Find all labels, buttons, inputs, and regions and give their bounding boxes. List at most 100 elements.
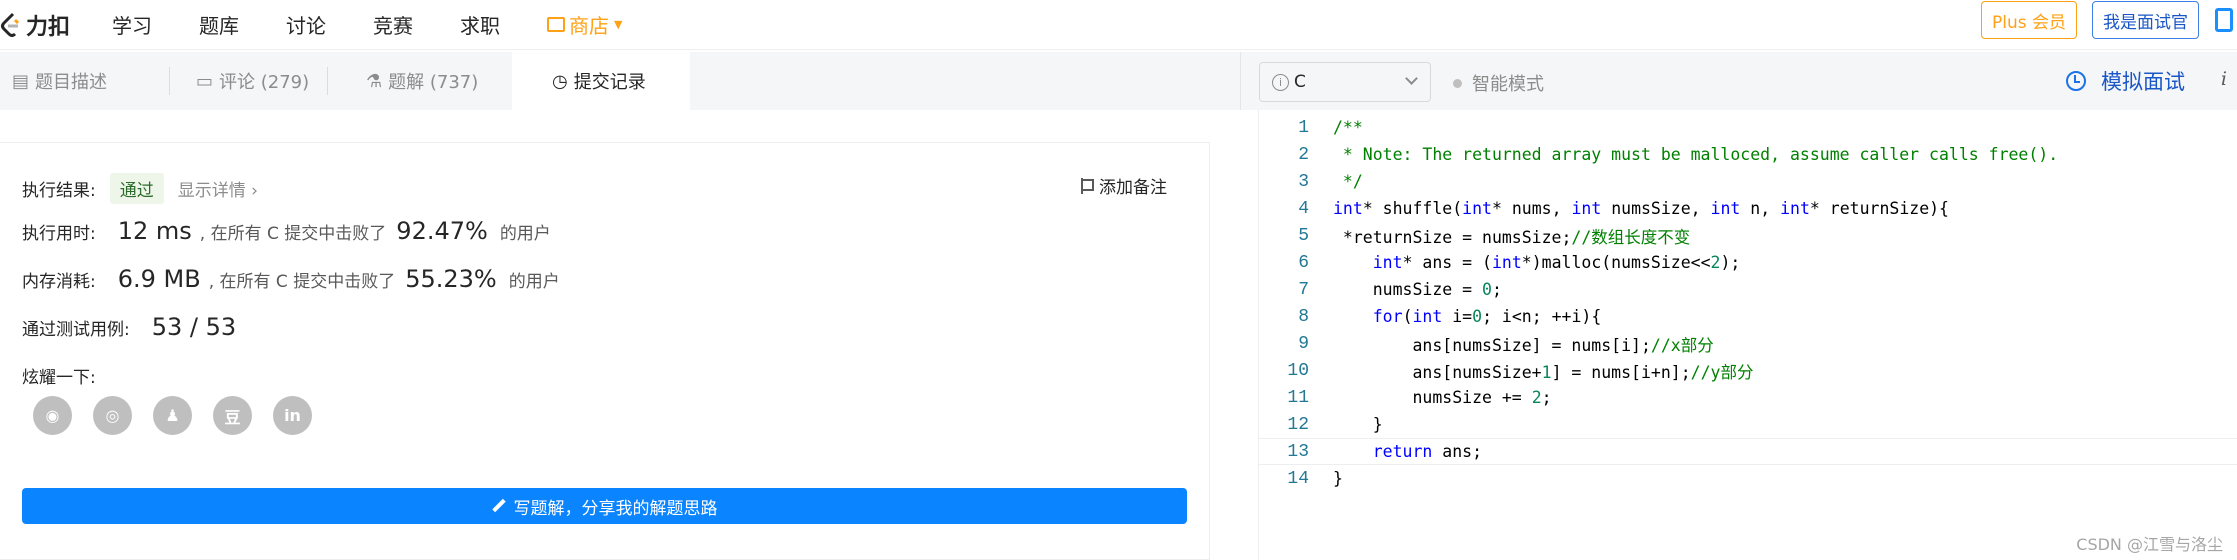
code-text: * Note: The returned array must be mallo… — [1333, 145, 2059, 164]
caret-down-icon: ▼ — [614, 18, 623, 31]
result-row: 执行结果: 通过 显示详情 › — [22, 173, 258, 204]
tab-submissions-label: 提交记录 — [573, 72, 646, 93]
language-select[interactable]: i C — [1259, 62, 1431, 102]
line-number: 3 — [1298, 171, 1309, 192]
tests-row: 通过测试用例: 53 / 53 — [22, 313, 236, 341]
weibo-icon[interactable]: ◎ — [93, 396, 132, 435]
comment-icon: ▭ — [196, 70, 214, 92]
tab-solutions[interactable]: ⚗ 题解 (737) — [328, 52, 512, 110]
description-icon: ▤ — [12, 70, 30, 92]
mock-interview-button[interactable]: 模拟面试 — [2066, 66, 2185, 96]
editor-toolbar: i C 智能模式 模拟面试 i — [1240, 52, 2237, 110]
clock-icon: ◷ — [552, 70, 568, 92]
code-line-active: 13 return ans; — [1259, 438, 2237, 465]
nav-problemset[interactable]: 题库 — [199, 10, 239, 39]
nav-store[interactable]: 商店 ▼ — [547, 10, 622, 39]
info-icon: i — [1272, 73, 1289, 91]
line-number: 13 — [1287, 441, 1309, 462]
memory-tail: 的用户 — [508, 271, 560, 292]
code-line: 11 numsSize += 2; — [1259, 384, 2237, 411]
code-text: } — [1333, 415, 1383, 434]
pen-icon — [492, 499, 506, 513]
nav-right: Plus 会员 我是面试官 — [1980, 0, 2237, 40]
memory-text: , 在所有 C 提交中击败了 — [208, 271, 396, 292]
smart-mode-label: 智能模式 — [1472, 74, 1544, 95]
memory-label: 内存消耗: — [22, 271, 96, 292]
wechat-icon[interactable]: ◉ — [33, 396, 72, 435]
share-row: 炫耀一下: — [22, 363, 96, 388]
status-badge: 通过 — [109, 173, 164, 204]
submission-result-panel: 执行结果: 通过 显示详情 › 添加备注 执行用时: 12 ms , 在所有 C… — [0, 142, 1210, 560]
code-text: numsSize += 2; — [1333, 388, 1552, 407]
tablet-icon[interactable] — [2215, 8, 2233, 32]
nav-contest[interactable]: 竞赛 — [373, 10, 413, 39]
code-text: } — [1333, 469, 1343, 488]
line-number: 9 — [1298, 333, 1309, 354]
logo[interactable]: 力扣 — [0, 9, 70, 41]
runtime-percent: 92.47% — [396, 217, 488, 245]
memory-percent: 55.23% — [405, 265, 497, 293]
code-line: 4 int* shuffle(int* nums, int numsSize, … — [1259, 195, 2237, 222]
code-text: return ans; — [1372, 442, 1483, 461]
smart-mode-toggle[interactable]: 智能模式 — [1453, 70, 1544, 96]
code-line: 6 int* ans = (int*)malloc(numsSize<<2); — [1259, 249, 2237, 276]
tab-submissions[interactable]: ◷ 提交记录 — [512, 52, 690, 110]
nav-jobs[interactable]: 求职 — [460, 10, 500, 39]
mock-interview-label: 模拟面试 — [2101, 70, 2185, 94]
watermark: CSDN @江雪与洛尘 — [2076, 535, 2223, 554]
code-line: 7 numsSize = 0; — [1259, 276, 2237, 303]
runtime-label: 执行用时: — [22, 223, 96, 244]
show-details-link[interactable]: 显示详情 › — [178, 176, 258, 201]
tests-label: 通过测试用例: — [22, 319, 130, 340]
code-line: 1 /** — [1259, 114, 2237, 141]
code-text: int* ans = (int*)malloc(numsSize<<2); — [1372, 253, 1741, 272]
memory-value: 6.9 MB — [117, 265, 201, 293]
tab-solutions-label: 题解 (737) — [388, 72, 479, 93]
nav-discuss[interactable]: 讨论 — [286, 10, 326, 39]
code-text: numsSize = 0; — [1333, 280, 1502, 299]
code-line: 5 *returnSize = numsSize;//数组长度不变 — [1259, 222, 2237, 249]
info-button[interactable]: i — [2221, 68, 2227, 90]
write-solution-button[interactable]: 写题解，分享我的解题思路 — [22, 488, 1187, 524]
douban-icon[interactable]: 豆 — [213, 396, 252, 435]
tab-comments[interactable]: ▭ 评论 (279) — [170, 52, 328, 110]
code-text: /** — [1333, 118, 1363, 137]
plus-member-button[interactable]: Plus 会员 — [1980, 1, 2077, 39]
code-line: 3 */ — [1259, 168, 2237, 195]
code-text: */ — [1333, 172, 1363, 191]
tab-description[interactable]: ▤ 题目描述 — [0, 52, 170, 110]
code-line: 9 ans[numsSize] = nums[i];//x部分 — [1259, 330, 2237, 357]
qq-icon[interactable]: ♟ — [153, 396, 192, 435]
write-solution-label: 写题解，分享我的解题思路 — [513, 498, 718, 519]
store-bag-icon — [547, 17, 566, 32]
interviewer-button[interactable]: 我是面试官 — [2092, 1, 2199, 39]
flag-icon — [1081, 177, 1094, 194]
code-text: ans[numsSize+1] = nums[i+n];//y部分 — [1333, 362, 1754, 382]
code-text: *returnSize = numsSize;//数组长度不变 — [1333, 227, 1691, 247]
share-icons: ◉ ◎ ♟ 豆 in — [33, 396, 333, 435]
line-number: 14 — [1287, 468, 1309, 489]
line-number: 5 — [1298, 225, 1309, 246]
memory-row: 内存消耗: 6.9 MB , 在所有 C 提交中击败了 55.23% 的用户 — [22, 265, 560, 293]
left-tab-bar: ▤ 题目描述 ▭ 评论 (279) ⚗ 题解 (737) ◷ 提交记录 — [0, 52, 1240, 110]
linkedin-icon[interactable]: in — [273, 396, 312, 435]
line-number: 4 — [1298, 198, 1309, 219]
nav-learn[interactable]: 学习 — [112, 10, 152, 39]
result-label: 执行结果: — [22, 181, 96, 201]
add-note-label: 添加备注 — [1099, 178, 1167, 198]
runtime-value: 12 ms — [117, 217, 192, 245]
code-editor[interactable]: 1 /** 2 * Note: The returned array must … — [1258, 110, 2237, 560]
code-text: int* shuffle(int* nums, int numsSize, in… — [1333, 199, 1949, 218]
add-note-button[interactable]: 添加备注 — [1081, 173, 1167, 198]
status-dot-icon — [1453, 78, 1462, 88]
line-number: 12 — [1287, 414, 1309, 435]
code-text: for(int i=0; i<n; ++i){ — [1372, 307, 1602, 326]
chevron-down-icon — [1405, 72, 1418, 85]
line-number: 10 — [1287, 360, 1309, 381]
line-number: 6 — [1298, 252, 1309, 273]
code-line: 14 } — [1259, 465, 2237, 492]
line-number: 8 — [1298, 306, 1309, 327]
tab-comments-label: 评论 (279) — [219, 72, 310, 93]
brand-name: 力扣 — [26, 14, 71, 40]
top-nav: 力扣 学习 题库 讨论 竞赛 求职 商店 ▼ Plus 会员 我是面试官 — [0, 0, 2237, 50]
